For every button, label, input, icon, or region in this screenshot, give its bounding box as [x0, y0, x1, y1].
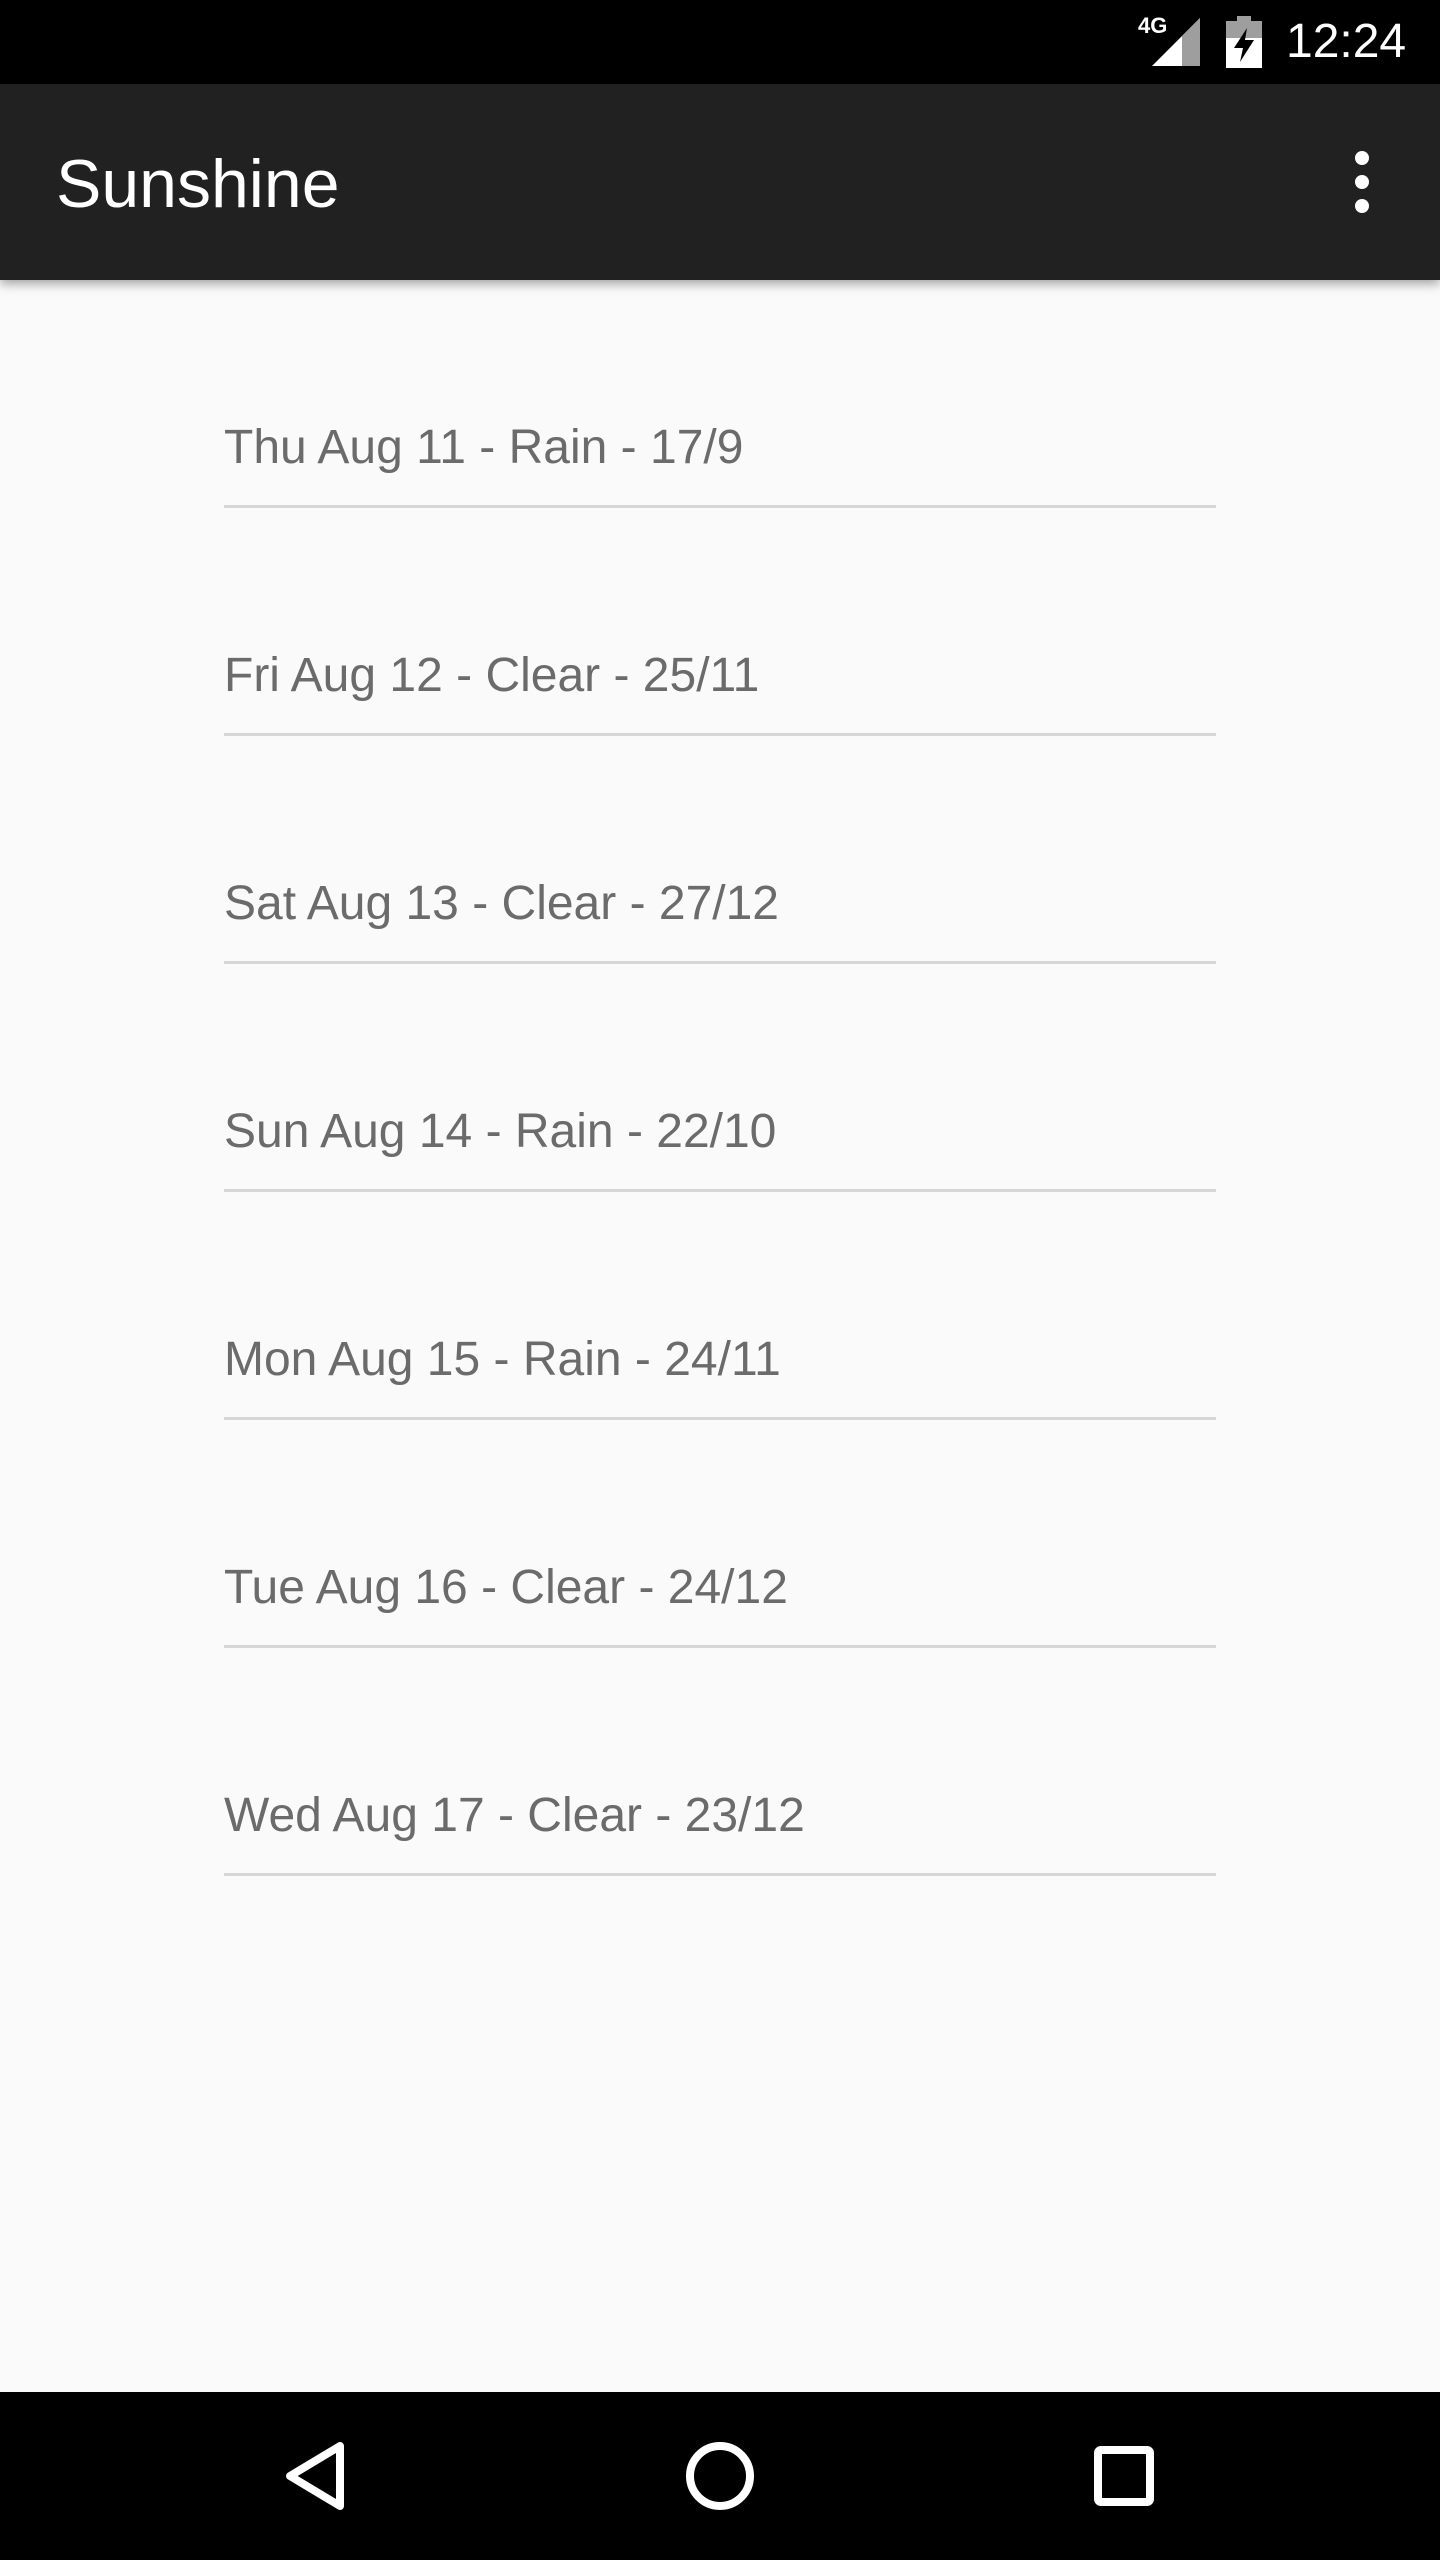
- forecast-item-text: Wed Aug 17 - Clear - 23/12: [224, 1789, 805, 1842]
- status-time: 12:24: [1286, 15, 1407, 68]
- forecast-item-text: Thu Aug 11 - Rain - 17/9: [224, 421, 744, 474]
- status-bar: 4G 12:24: [0, 0, 1440, 84]
- forecast-list-item[interactable]: Mon Aug 15 - Rain - 24/11: [224, 1192, 1216, 1420]
- home-icon: [686, 2442, 754, 2510]
- forecast-list-item[interactable]: Sat Aug 13 - Clear - 27/12: [224, 736, 1216, 964]
- forecast-list-item[interactable]: Wed Aug 17 - Clear - 23/12: [224, 1648, 1216, 1876]
- forecast-list-item[interactable]: Thu Aug 11 - Rain - 17/9: [224, 280, 1216, 508]
- forecast-item-text: Sun Aug 14 - Rain - 22/10: [224, 1105, 777, 1158]
- overflow-menu-button[interactable]: [1322, 142, 1402, 222]
- battery-charging-icon: [1226, 16, 1262, 68]
- forecast-item-text: Tue Aug 16 - Clear - 24/12: [224, 1561, 788, 1614]
- signal-icon: [1152, 18, 1200, 66]
- screen: 4G 12:24 Sunshine Thu Aug 11 - Rain - 17…: [0, 0, 1440, 2560]
- forecast-item-text: Sat Aug 13 - Clear - 27/12: [224, 877, 779, 930]
- more-vert-icon: [1355, 151, 1369, 213]
- forecast-list-item[interactable]: Tue Aug 16 - Clear - 24/12: [224, 1420, 1216, 1648]
- app-bar: Sunshine: [0, 84, 1440, 280]
- back-button[interactable]: [266, 2426, 366, 2526]
- forecast-item-text: Mon Aug 15 - Rain - 24/11: [224, 1333, 781, 1386]
- forecast-list-item[interactable]: Sun Aug 14 - Rain - 22/10: [224, 964, 1216, 1192]
- navigation-bar: [0, 2392, 1440, 2560]
- app-title: Sunshine: [56, 146, 340, 222]
- home-button[interactable]: [670, 2426, 770, 2526]
- back-icon: [286, 2442, 344, 2510]
- recents-button[interactable]: [1074, 2426, 1174, 2526]
- forecast-item-text: Fri Aug 12 - Clear - 25/11: [224, 649, 760, 702]
- recents-icon: [1094, 2446, 1154, 2506]
- forecast-list-item[interactable]: Fri Aug 12 - Clear - 25/11: [224, 508, 1216, 736]
